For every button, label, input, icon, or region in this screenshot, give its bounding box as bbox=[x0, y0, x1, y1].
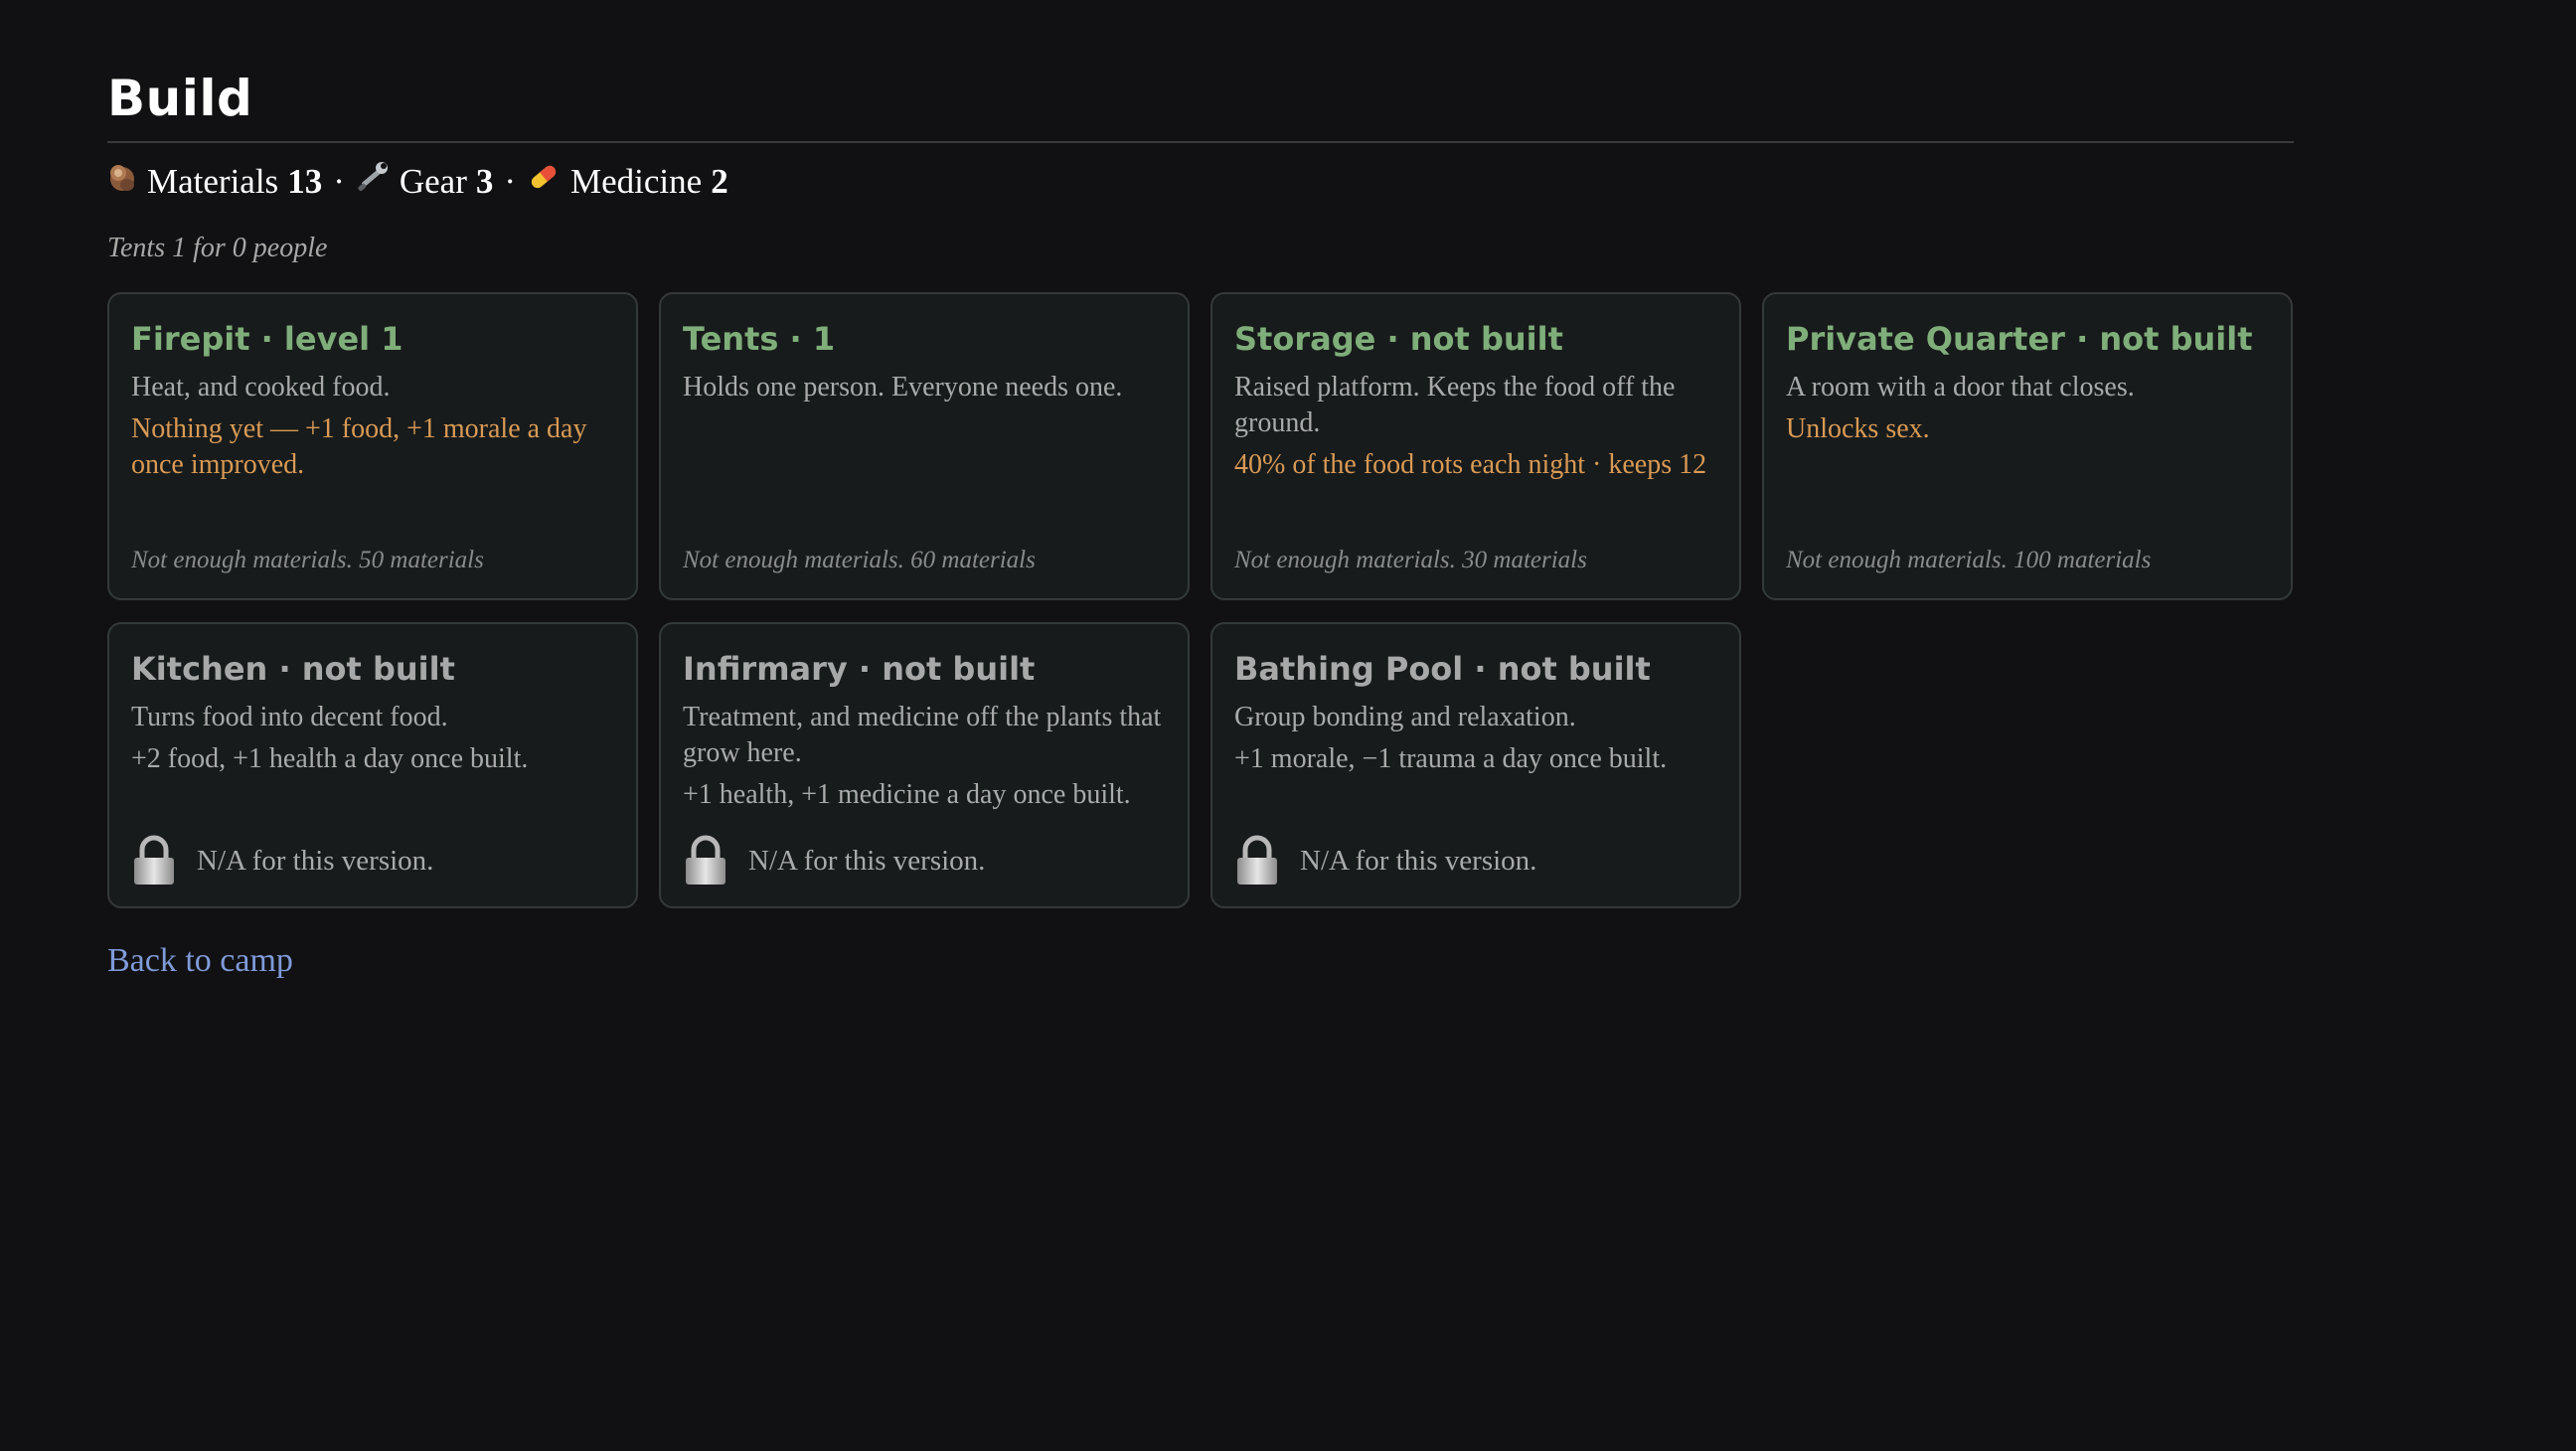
card-cost: Not enough materials. 100 materials bbox=[1786, 547, 2152, 573]
resource-bar: Materials 13 · Gear 3 · Medicine 2 bbox=[107, 161, 728, 202]
card-effect: +2 food, +1 health a day once built. bbox=[131, 743, 529, 774]
medicine-value: 2 bbox=[711, 161, 728, 201]
wood-log-icon bbox=[107, 161, 137, 202]
medicine-label: Medicine bbox=[570, 161, 703, 201]
resource-medicine: Medicine 2 bbox=[527, 161, 728, 202]
building-card-infirmary: Infirmary · not built Treatment, and med… bbox=[659, 622, 1190, 908]
building-card-firepit[interactable]: Firepit · level 1 Heat, and cooked food.… bbox=[107, 292, 638, 600]
card-description: Treatment, and medicine off the plants t… bbox=[683, 702, 1162, 768]
card-effect: +1 health, +1 medicine a day once built. bbox=[683, 779, 1131, 810]
title-divider bbox=[107, 141, 2294, 143]
building-card-tents[interactable]: Tents · 1 Holds one person. Everyone nee… bbox=[659, 292, 1190, 600]
building-card-bathing-pool: Bathing Pool · not built Group bonding a… bbox=[1210, 622, 1741, 908]
gear-value: 3 bbox=[475, 161, 494, 201]
gear-label: Gear bbox=[399, 161, 467, 201]
card-title: Infirmary · not built bbox=[683, 650, 1036, 688]
building-card-kitchen: Kitchen · not built Turns food into dece… bbox=[107, 622, 638, 908]
pill-icon bbox=[527, 161, 561, 202]
card-description: A room with a door that closes. bbox=[1786, 372, 2135, 403]
card-effect: +1 morale, −1 trauma a day once built. bbox=[1234, 743, 1668, 774]
card-title: Bathing Pool · not built bbox=[1234, 650, 1651, 688]
back-to-camp-link[interactable]: Back to camp bbox=[107, 942, 293, 980]
lock-icon bbox=[1237, 835, 1277, 885]
locked-notice: N/A for this version. bbox=[1234, 835, 1536, 887]
resource-gear: Gear 3 bbox=[356, 161, 494, 202]
materials-value: 13 bbox=[287, 161, 323, 201]
tents-capacity-note: Tents 1 for 0 people bbox=[107, 233, 328, 263]
resource-materials: Materials 13 bbox=[107, 161, 322, 202]
card-title: Tents · 1 bbox=[683, 320, 836, 358]
card-description: Holds one person. Everyone needs one. bbox=[683, 372, 1123, 403]
card-note: 40% of the food rots each night · keeps … bbox=[1234, 449, 1707, 480]
card-note: Unlocks sex. bbox=[1786, 413, 1930, 444]
card-title: Private Quarter · not built bbox=[1786, 320, 2253, 358]
materials-label: Materials bbox=[147, 161, 279, 201]
wrench-icon bbox=[356, 161, 390, 202]
card-description: Group bonding and relaxation. bbox=[1234, 702, 1576, 732]
card-note: Nothing yet — +1 food, +1 morale a day o… bbox=[131, 413, 587, 480]
page-title: Build bbox=[107, 70, 253, 127]
card-description: Raised platform. Keeps the food off the … bbox=[1234, 372, 1676, 438]
card-cost: Not enough materials. 30 materials bbox=[1234, 547, 1587, 573]
locked-text: N/A for this version. bbox=[1300, 844, 1537, 877]
lock-icon bbox=[134, 835, 174, 885]
card-title: Firepit · level 1 bbox=[131, 320, 403, 358]
card-description: Turns food into decent food. bbox=[131, 702, 448, 732]
locked-text: N/A for this version. bbox=[197, 844, 434, 877]
locked-notice: N/A for this version. bbox=[131, 835, 433, 887]
card-title: Storage · not built bbox=[1234, 320, 1563, 358]
locked-text: N/A for this version. bbox=[748, 844, 986, 877]
locked-notice: N/A for this version. bbox=[683, 835, 985, 887]
separator: · bbox=[333, 161, 345, 201]
lock-icon bbox=[686, 835, 725, 885]
card-cost: Not enough materials. 60 materials bbox=[683, 547, 1036, 573]
card-cost: Not enough materials. 50 materials bbox=[131, 547, 484, 573]
card-description: Heat, and cooked food. bbox=[131, 372, 391, 403]
building-card-private-quarter[interactable]: Private Quarter · not built A room with … bbox=[1762, 292, 2293, 600]
separator: · bbox=[504, 161, 517, 201]
building-card-storage[interactable]: Storage · not built Raised platform. Kee… bbox=[1210, 292, 1741, 600]
card-title: Kitchen · not built bbox=[131, 650, 455, 688]
